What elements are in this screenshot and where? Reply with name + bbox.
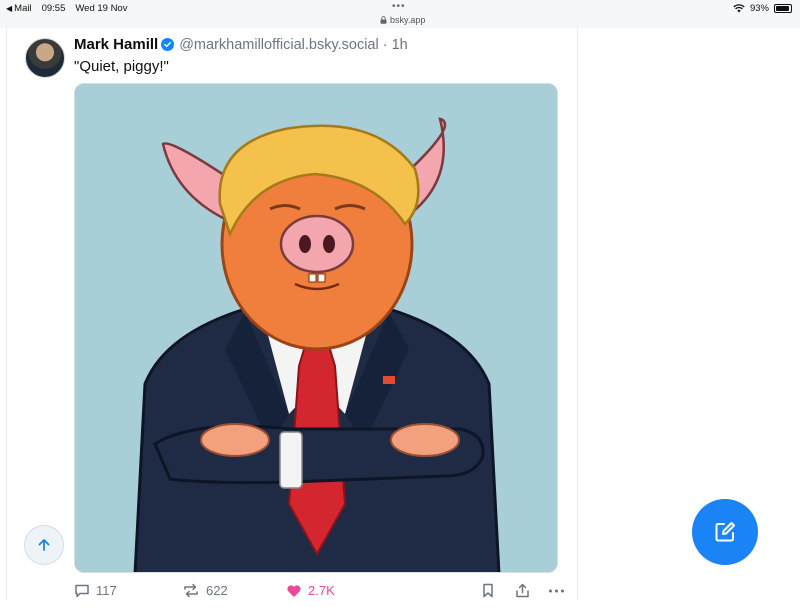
- bookmark-icon: [483, 583, 493, 598]
- share-button[interactable]: [515, 583, 530, 598]
- more-icon: [549, 589, 564, 593]
- compose-button[interactable]: [692, 499, 758, 565]
- repost-count: 622: [206, 583, 228, 598]
- reply-button[interactable]: 117: [74, 583, 117, 598]
- battery-percent: 93%: [749, 3, 769, 14]
- compose-icon: [715, 522, 735, 542]
- lock-icon: [380, 16, 387, 24]
- battery-icon: [774, 4, 792, 13]
- like-count: 2.7K: [308, 583, 335, 598]
- date: Wed 19 Nov: [75, 3, 128, 14]
- share-icon: [516, 583, 529, 598]
- like-button[interactable]: 2.7K: [286, 583, 335, 598]
- url-text: bsky.app: [390, 15, 426, 25]
- author-name[interactable]: Mark Hamill: [74, 36, 158, 53]
- repost-button[interactable]: 622: [182, 583, 228, 598]
- heart-icon: [287, 584, 301, 597]
- back-arrow-icon: ◀: [6, 4, 13, 13]
- verified-check-icon[interactable]: [161, 38, 175, 51]
- reply-count: 117: [96, 583, 117, 598]
- bookmark-button[interactable]: [481, 583, 495, 598]
- status-bar-right: 93%: [733, 3, 792, 14]
- repost-icon: [184, 583, 198, 598]
- author-handle[interactable]: @markhamillofficial.bsky.social · 1h: [179, 37, 408, 53]
- wifi-icon: [733, 4, 745, 13]
- arrow-up-icon: [38, 539, 50, 551]
- post-image[interactable]: [74, 83, 558, 573]
- post-header: Mark Hamill @markhamillofficial.bsky.soc…: [74, 36, 408, 53]
- post-text: "Quiet, piggy!": [74, 58, 169, 75]
- back-to-app[interactable]: ◀ Mail: [6, 3, 32, 14]
- reply-icon: [75, 584, 89, 598]
- back-app-label: Mail: [14, 3, 32, 14]
- post-actions: 117 622 2.7K: [74, 583, 564, 607]
- avatar[interactable]: [25, 38, 65, 78]
- status-bar-left: ◀ Mail 09:55 Wed 19 Nov: [6, 3, 127, 14]
- feed-column: Mark Hamill @markhamillofficial.bsky.soc…: [6, 28, 578, 600]
- status-bar: ◀ Mail 09:55 Wed 19 Nov ••• bsky.app 93%: [0, 0, 800, 28]
- battery-level: [776, 6, 790, 11]
- more-button[interactable]: [548, 583, 565, 598]
- scroll-to-top-button[interactable]: [24, 525, 64, 565]
- clock: 09:55: [41, 3, 66, 14]
- multitasking-dots[interactable]: •••: [392, 1, 406, 12]
- url-bar[interactable]: bsky.app: [380, 15, 425, 25]
